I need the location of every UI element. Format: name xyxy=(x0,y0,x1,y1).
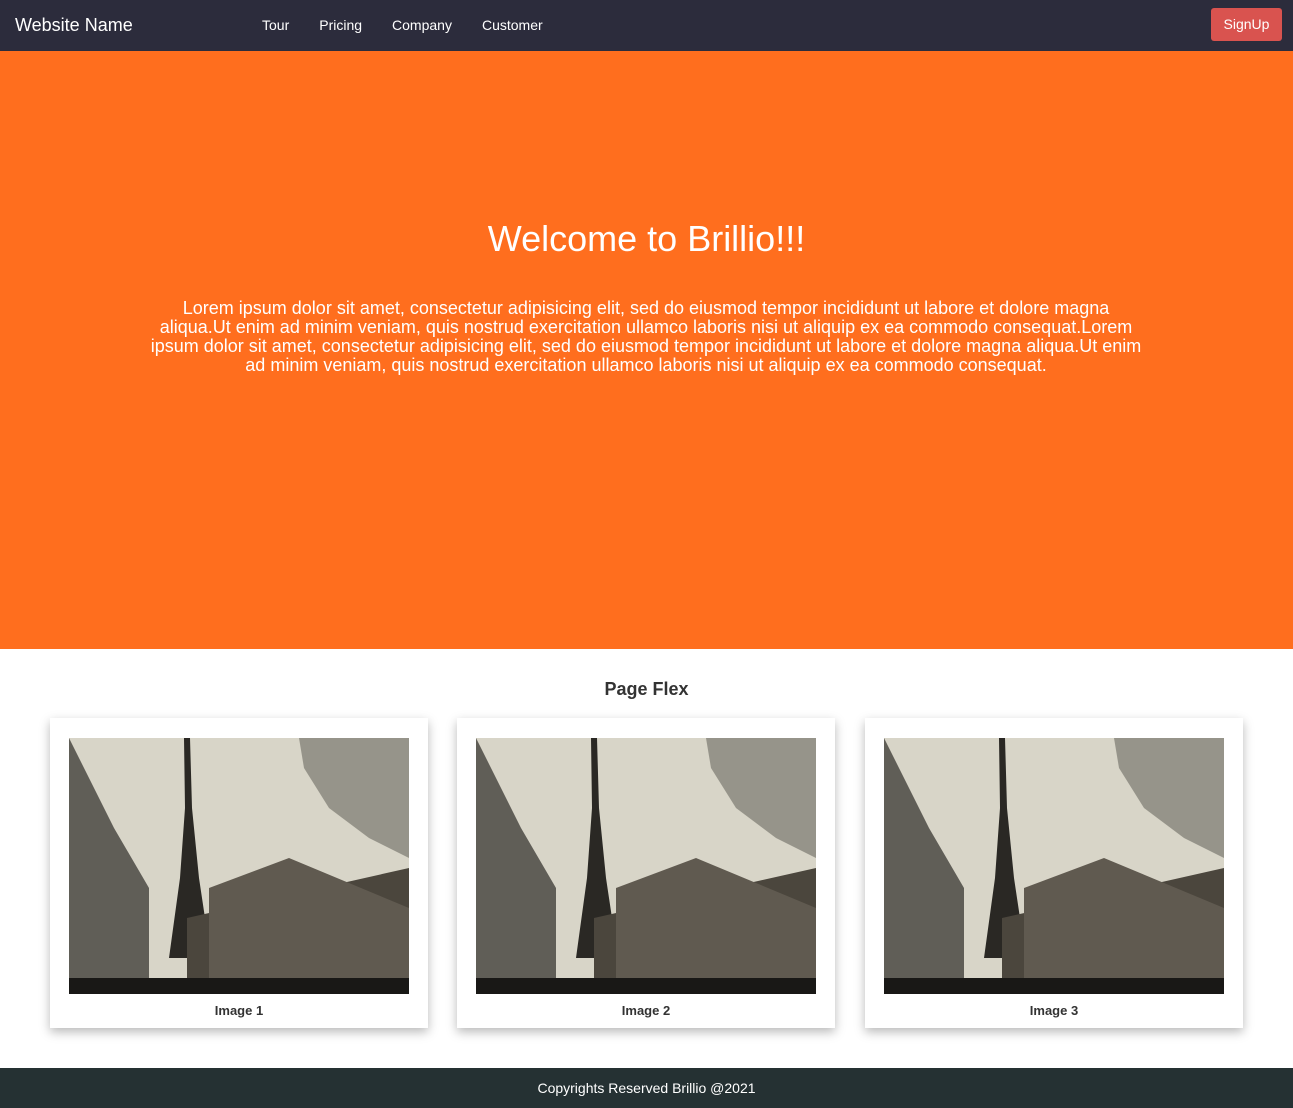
footer-copyright: Copyrights Reserved Brillio @2021 xyxy=(537,1080,756,1096)
eiffel-tower-image xyxy=(476,738,816,994)
image-card-1: Image 1 xyxy=(50,718,428,1028)
site-footer: Copyrights Reserved Brillio @2021 xyxy=(0,1068,1293,1108)
eiffel-tower-image xyxy=(69,738,409,994)
image-card-3: Image 3 xyxy=(865,718,1243,1028)
image-card-2: Image 2 xyxy=(457,718,835,1028)
nav-link-pricing[interactable]: Pricing xyxy=(319,16,362,34)
nav-link-tour[interactable]: Tour xyxy=(262,16,289,34)
image-caption-1: Image 1 xyxy=(214,1003,264,1018)
nav-link-company[interactable]: Company xyxy=(392,16,452,34)
image-caption-3: Image 3 xyxy=(1029,1003,1079,1018)
nav-link-customer[interactable]: Customer xyxy=(482,16,543,34)
eiffel-tower-photo xyxy=(476,738,816,994)
image-caption-2: Image 2 xyxy=(621,1003,671,1018)
hero-section: Welcome to Brillio!!! Lorem ipsum dolor … xyxy=(0,51,1293,649)
gallery-title: Page Flex xyxy=(604,679,689,699)
hero-title: Welcome to Brillio!!! xyxy=(487,218,806,259)
hero-description: Lorem ipsum dolor sit amet, consectetur … xyxy=(150,298,1142,375)
eiffel-tower-image xyxy=(884,738,1224,994)
primary-navigation: Tour Pricing Company Customer xyxy=(262,16,573,34)
website-brand-link[interactable]: Website Name xyxy=(15,14,133,36)
signup-button[interactable]: SignUp xyxy=(1211,8,1282,41)
top-navbar: Website Name Tour Pricing Company Custom… xyxy=(0,0,1293,51)
eiffel-tower-photo xyxy=(69,738,409,994)
eiffel-tower-photo xyxy=(884,738,1224,994)
